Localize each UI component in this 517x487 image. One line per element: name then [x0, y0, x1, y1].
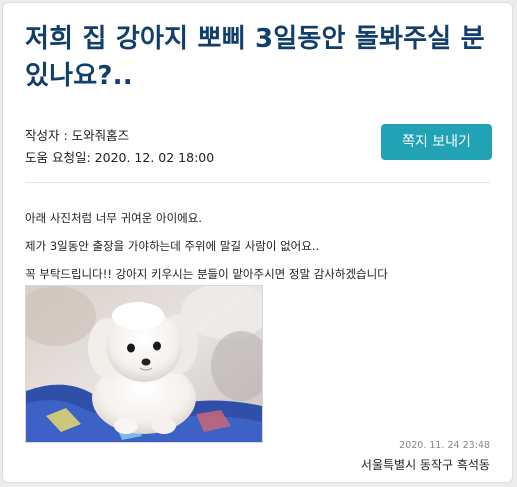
request-date-label: 도움 요청일: — [25, 150, 95, 165]
body-line: 제가 3일동안 출장을 가야하는데 주위에 말길 사람이 없어요.. — [25, 239, 320, 253]
divider — [25, 182, 490, 183]
send-message-button[interactable]: 쪽지 보내기 — [381, 124, 492, 160]
request-date-value: 2020. 12. 02 18:00 — [94, 150, 215, 165]
location-text: 서울특별시 동작구 흑석동 — [360, 458, 490, 472]
post-title: 저희 집 강아지 뽀삐 3일동안 돌봐주실 분 있나요?.. — [25, 24, 485, 91]
posted-timestamp: 2020. 11. 24 23:48 — [399, 440, 490, 451]
body-line: 아래 사진처럼 너무 귀여운 아이에요. — [25, 211, 202, 225]
author-row: 작성자 : 도와줘홈즈 — [25, 125, 214, 147]
dog-photo — [25, 285, 263, 443]
request-date-row: 도움 요청일: 2020. 12. 02 18:00 — [25, 147, 214, 169]
post-meta: 작성자 : 도와줘홈즈 도움 요청일: 2020. 12. 02 18:00 — [25, 125, 214, 169]
author-label: 작성자 : — [25, 128, 72, 143]
post-body: 아래 사진처럼 너무 귀여운 아이에요. 제가 3일동안 출장을 가야하는데 주… — [25, 204, 495, 288]
body-line: 꼭 부탁드립니다!! 강아지 키우시는 분들이 맡아주시면 정말 감사하겠습니다 — [25, 267, 388, 281]
author-name: 도와줘홈즈 — [71, 128, 130, 143]
post-card: 저희 집 강아지 뽀삐 3일동안 돌봐주실 분 있나요?.. 작성자 : 도와줘… — [2, 2, 513, 483]
